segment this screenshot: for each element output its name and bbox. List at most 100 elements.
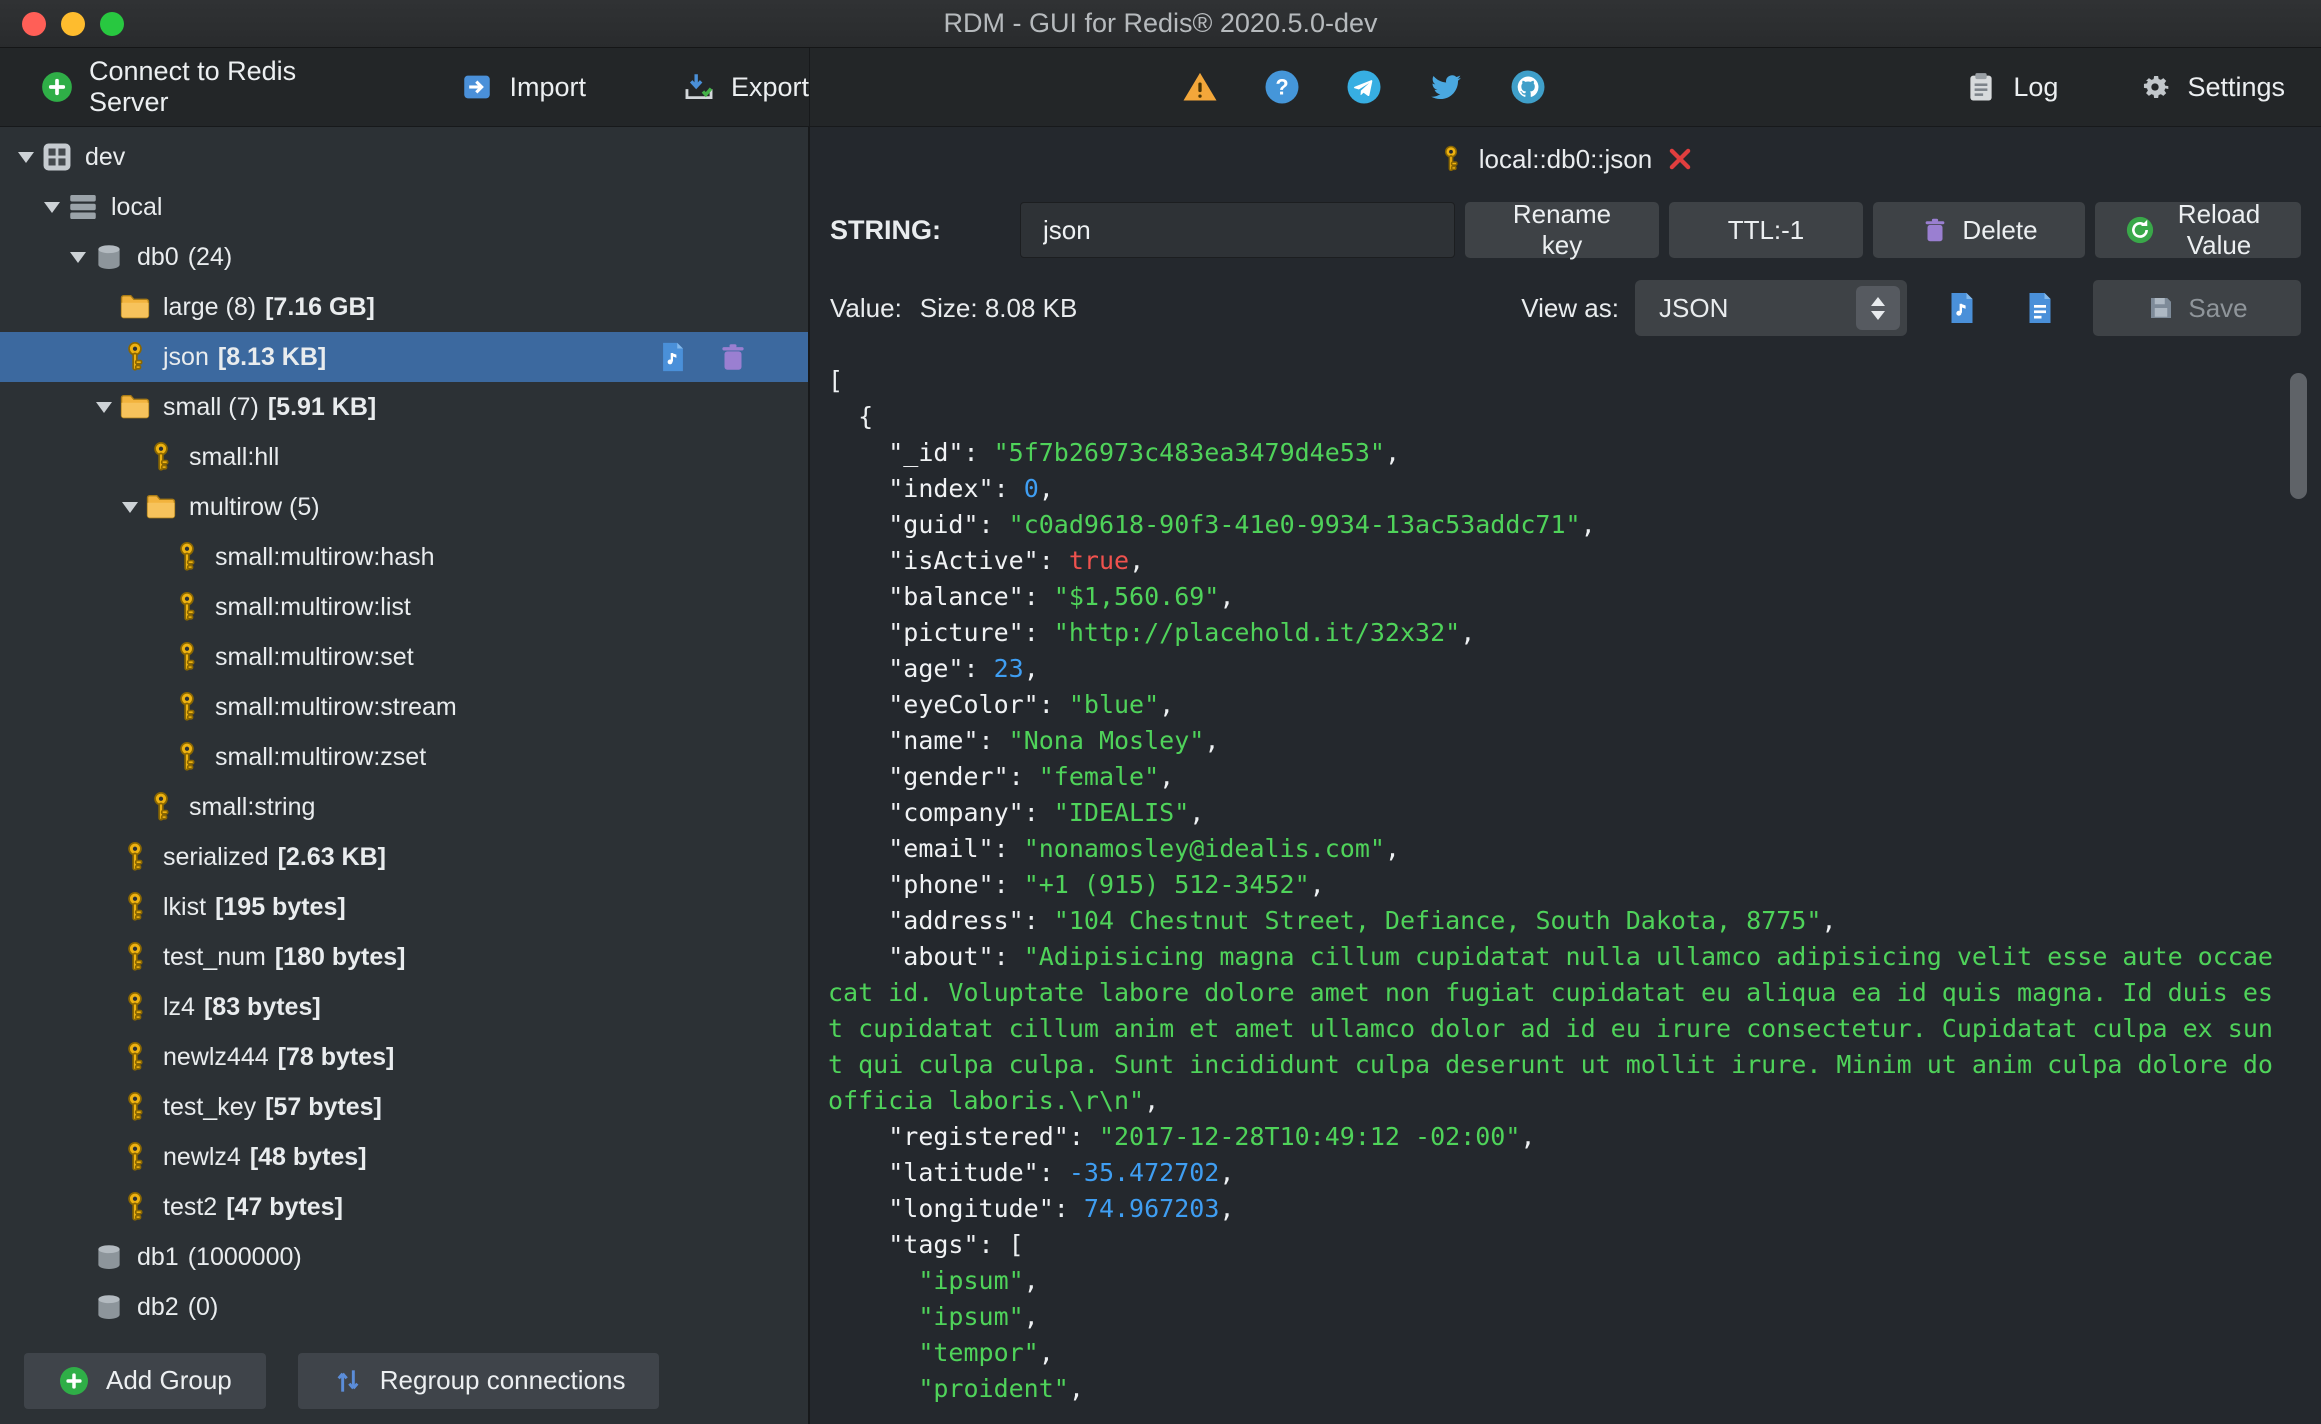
tree-item-small-string[interactable]: small:string: [0, 782, 808, 832]
delete-key-button[interactable]: Delete: [1873, 202, 2085, 258]
main-toolbar: Connect to Redis Server Import Export ? …: [0, 48, 2321, 127]
collapse-arrow-icon[interactable]: [38, 202, 66, 213]
tree-item-label: test2: [163, 1192, 218, 1221]
tree-item-small-7-[interactable]: small (7) [5.91 KB]: [0, 382, 808, 432]
grid-icon: [40, 140, 74, 174]
item-size: [83 bytes]: [203, 992, 321, 1021]
key-icon: [118, 940, 152, 974]
value-editor[interactable]: [ { "_id": "5f7b26973c483ea3479d4e53", "…: [810, 347, 2321, 1424]
item-size: [57 bytes]: [265, 1092, 382, 1121]
settings-label: Settings: [2187, 71, 2285, 102]
connections-sidebar: dev local db0 (24) large (8) [7.16 GB] json [8.…: [0, 127, 810, 1424]
value-size-label: Size: 8.08 KB: [919, 292, 1078, 323]
key-icon: [170, 590, 204, 624]
collapse-arrow-icon[interactable]: [116, 502, 144, 513]
tree-item-db0[interactable]: db0 (24): [0, 232, 808, 282]
tree-item-small-multirow-stream[interactable]: small:multirow:stream: [0, 682, 808, 732]
document-note-icon: [1944, 290, 1980, 326]
edit-key-icon[interactable]: [656, 340, 690, 374]
tree-item-test-key[interactable]: test_key [57 bytes]: [0, 1082, 808, 1132]
close-tab-icon[interactable]: [1665, 144, 1695, 174]
twitter-icon[interactable]: [1428, 69, 1464, 105]
rename-key-button[interactable]: Rename key: [1465, 199, 1659, 260]
tree-item-large-8-[interactable]: large (8) [7.16 GB]: [0, 282, 808, 332]
tree-item-local[interactable]: local: [0, 182, 808, 232]
tree-item-dev[interactable]: dev: [0, 132, 808, 182]
tree-item-small-hll[interactable]: small:hll: [0, 432, 808, 482]
minimize-window-button[interactable]: [61, 11, 85, 36]
save-label: Save: [2188, 292, 2248, 323]
key-icon: [170, 540, 204, 574]
tree-item-label: db0: [137, 242, 179, 271]
log-label: Log: [2013, 71, 2059, 102]
scrollbar-thumb[interactable]: [2290, 373, 2307, 499]
tree-item-label: test_num: [163, 942, 266, 971]
collapse-arrow-icon[interactable]: [64, 252, 92, 263]
collapse-arrow-icon[interactable]: [90, 402, 118, 413]
key-icon: [144, 790, 178, 824]
log-button[interactable]: Log: [1964, 70, 2058, 104]
open-plain-value-button[interactable]: [2017, 285, 2063, 331]
tree-item-newlz4[interactable]: newlz4 [48 bytes]: [0, 1132, 808, 1182]
key-icon: [118, 1140, 152, 1174]
key-icon: [170, 740, 204, 774]
tree-item-newlz444[interactable]: newlz444 [78 bytes]: [0, 1032, 808, 1082]
tree-item-multirow-5-[interactable]: multirow (5): [0, 482, 808, 532]
tree-item-label: lkist: [163, 892, 207, 921]
item-size: [195 bytes]: [215, 892, 346, 921]
zoom-window-button[interactable]: [100, 11, 124, 36]
open-formatted-value-button[interactable]: [1939, 285, 1985, 331]
warning-icon[interactable]: [1182, 69, 1218, 105]
tree-item-json[interactable]: json [8.13 KB]: [0, 332, 808, 382]
item-size: [2.63 KB]: [277, 842, 386, 871]
close-window-button[interactable]: [22, 11, 46, 36]
item-size: [47 bytes]: [226, 1192, 343, 1221]
export-label: Export: [730, 71, 810, 102]
keys-count: (24): [187, 242, 233, 271]
keys-count: (0): [187, 1292, 219, 1321]
svg-text:?: ?: [1275, 75, 1288, 100]
collapse-arrow-icon[interactable]: [12, 152, 40, 163]
tree-item-serialized[interactable]: serialized [2.63 KB]: [0, 832, 808, 882]
connect-to-server-button[interactable]: Connect to Redis Server: [40, 56, 369, 118]
github-icon[interactable]: [1510, 69, 1546, 105]
tree-item-db1[interactable]: db1 (1000000): [0, 1232, 808, 1282]
value-controls-row: Value: Size: 8.08 KB View as: JSON Save: [810, 269, 2321, 347]
delete-key-icon[interactable]: [716, 340, 750, 374]
key-icon: [1436, 144, 1466, 174]
document-icon: [2022, 290, 2058, 326]
row-actions: [656, 340, 750, 374]
tree-item-small-multirow-zset[interactable]: small:multirow:zset: [0, 732, 808, 782]
export-icon: [682, 70, 716, 104]
view-mode-select[interactable]: JSON: [1635, 280, 1907, 336]
tree-item-lz4[interactable]: lz4 [83 bytes]: [0, 982, 808, 1032]
tree-item-small-multirow-hash[interactable]: small:multirow:hash: [0, 532, 808, 582]
tree-item-small-multirow-list[interactable]: small:multirow:list: [0, 582, 808, 632]
save-icon: [2146, 293, 2176, 323]
tab-title[interactable]: local::db0::json: [1479, 144, 1652, 175]
tree-item-db2[interactable]: db2 (0): [0, 1282, 808, 1332]
settings-button[interactable]: Settings: [2138, 70, 2285, 104]
export-button[interactable]: Export: [682, 70, 809, 104]
key-icon: [170, 690, 204, 724]
tree-item-small-multirow-set[interactable]: small:multirow:set: [0, 632, 808, 682]
regroup-connections-button[interactable]: Regroup connections: [297, 1352, 660, 1409]
tree-item-lkist[interactable]: lkist [195 bytes]: [0, 882, 808, 932]
stepper-icon[interactable]: [1856, 286, 1900, 330]
plus-circle-icon: [40, 70, 74, 104]
reload-value-button[interactable]: Reload Value: [2095, 199, 2301, 260]
key-name-input[interactable]: [1020, 202, 1455, 258]
folder-icon: [118, 390, 152, 424]
db-icon: [92, 1290, 126, 1324]
tree-item-test2[interactable]: test2 [47 bytes]: [0, 1182, 808, 1232]
tree-item-label: large (8): [163, 292, 257, 321]
add-group-button[interactable]: Add Group: [24, 1352, 266, 1409]
import-button[interactable]: Import: [460, 70, 586, 104]
connect-label: Connect to Redis Server: [89, 56, 297, 117]
telegram-icon[interactable]: [1346, 69, 1382, 105]
tree-item-test-num[interactable]: test_num [180 bytes]: [0, 932, 808, 982]
help-icon[interactable]: ?: [1264, 69, 1300, 105]
save-button[interactable]: Save: [2093, 280, 2301, 336]
tree-item-label: newlz444: [163, 1042, 269, 1071]
ttl-button[interactable]: TTL:-1: [1669, 202, 1863, 258]
